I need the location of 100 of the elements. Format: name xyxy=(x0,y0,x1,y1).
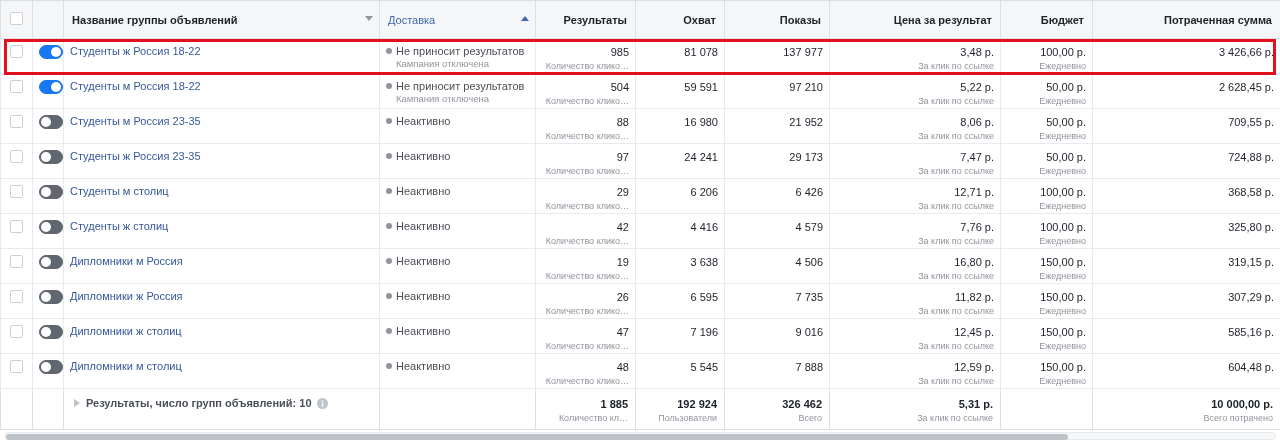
table-cell-text: 9 016 xyxy=(794,325,823,339)
table-cell-text: 100,00 р. xyxy=(1039,45,1086,59)
select-all-checkbox[interactable] xyxy=(10,12,23,25)
delivery-status: Неактивно xyxy=(396,185,451,197)
table-cell-text: 4 579 xyxy=(794,220,823,234)
row-checkbox[interactable] xyxy=(10,80,23,93)
table-cell-text: 150,00 р. xyxy=(1039,255,1086,269)
cell-note: Количество клико… xyxy=(544,200,629,213)
status-dot-icon xyxy=(386,328,392,334)
cell-note: За клик по ссылке xyxy=(917,200,994,213)
row-checkbox[interactable] xyxy=(10,325,23,338)
info-icon[interactable] xyxy=(316,398,328,409)
column-header[interactable]: Доставка xyxy=(379,0,536,39)
column-header[interactable]: Цена за результат xyxy=(829,0,1001,39)
status-dot-icon xyxy=(386,118,392,124)
table-cell-text: 16,80 р. xyxy=(953,255,994,269)
toggle-switch[interactable] xyxy=(39,115,63,129)
table-cell-text: 137 977 xyxy=(782,45,823,59)
row-checkbox[interactable] xyxy=(10,185,23,198)
table-cell-text: 48 xyxy=(615,360,629,374)
ad-group-link[interactable]: Студенты ж Россия 23-35 xyxy=(70,150,201,162)
table-cell-text: 26 xyxy=(615,290,629,304)
cell-note: Ежедневно xyxy=(1038,165,1086,178)
column-header[interactable]: Бюджет xyxy=(1000,0,1093,39)
ad-group-link[interactable]: Студенты м Россия 23-35 xyxy=(70,115,201,127)
row-checkbox[interactable] xyxy=(10,150,23,163)
table-cell-text: 11,82 р. xyxy=(954,290,994,304)
row-checkbox[interactable] xyxy=(10,290,23,303)
ad-group-link[interactable]: Студенты м Россия 18-22 xyxy=(70,80,201,92)
status-dot-icon xyxy=(386,153,392,159)
delivery-status: Неактивно xyxy=(396,115,451,127)
horizontal-scrollbar[interactable] xyxy=(4,432,1276,440)
summary-label: Результаты, число групп объявлений: 10 xyxy=(86,397,312,409)
cell-note: Количество клико… xyxy=(544,130,629,143)
table-cell-text: 97 xyxy=(615,150,629,164)
delivery-status: Неактивно xyxy=(396,325,451,337)
table-cell-text: 29 xyxy=(615,185,629,199)
table-cell-text: 319,15 р. xyxy=(1227,255,1274,269)
row-checkbox[interactable] xyxy=(10,220,23,233)
ad-group-link[interactable]: Дипломники м Россия xyxy=(70,255,183,267)
table-cell-text: 16 980 xyxy=(683,115,718,129)
cell-note: За клик по ссылке xyxy=(917,235,994,248)
cell-note: Всего xyxy=(797,412,822,425)
sort-ascending-icon xyxy=(521,16,529,22)
row-checkbox[interactable] xyxy=(10,115,23,128)
toggle-switch[interactable] xyxy=(39,80,63,94)
ad-group-link[interactable]: Дипломники м столиц xyxy=(70,360,182,372)
table-cell-text: 585,16 р. xyxy=(1227,325,1274,339)
cell-note: За клик по ссылке xyxy=(916,412,993,425)
table-cell-text: 81 078 xyxy=(683,45,718,59)
table-cell-text: 42 xyxy=(615,220,629,234)
row-checkbox[interactable] xyxy=(10,255,23,268)
ad-group-link[interactable]: Студенты ж Россия 18-22 xyxy=(70,45,201,57)
ad-group-link[interactable]: Дипломники ж столиц xyxy=(70,325,182,337)
table-cell-text: 7,47 р. xyxy=(959,150,994,164)
delivery-note: Кампания отключена xyxy=(395,57,491,71)
toggle-switch[interactable] xyxy=(39,220,63,234)
cell-note: Ежедневно xyxy=(1038,130,1086,143)
cell-note: Ежедневно xyxy=(1038,375,1086,388)
ad-group-link[interactable]: Студенты м столиц xyxy=(70,185,169,197)
cell-note: За клик по ссылке xyxy=(917,95,994,108)
delivery-status: Неактивно xyxy=(396,290,451,302)
toggle-switch[interactable] xyxy=(39,185,63,199)
table-cell-text: 5 545 xyxy=(689,360,718,374)
row-checkbox[interactable] xyxy=(10,45,23,58)
column-header[interactable]: Потраченная сумма xyxy=(1092,0,1280,39)
cell-note: Количество кл… xyxy=(557,412,628,425)
toggle-switch[interactable] xyxy=(39,290,63,304)
toggle-switch[interactable] xyxy=(39,360,63,374)
summary-value: 192 924 xyxy=(676,397,717,411)
table-cell-text: 724,88 р. xyxy=(1227,150,1274,164)
toggle-switch[interactable] xyxy=(39,150,63,164)
cell-note: Количество клико… xyxy=(544,95,629,108)
ad-group-link[interactable]: Студенты ж столиц xyxy=(70,220,169,232)
table-cell-text: 504 xyxy=(609,80,629,94)
toggle-switch[interactable] xyxy=(39,325,63,339)
toggle-switch[interactable] xyxy=(39,255,63,269)
toggle-switch[interactable] xyxy=(39,45,63,59)
cell-note: Количество клико… xyxy=(544,235,629,248)
column-header[interactable]: Результаты xyxy=(535,0,636,39)
column-header[interactable]: Охват xyxy=(635,0,725,39)
delivery-status: Не приносит результатов xyxy=(396,45,525,57)
column-header[interactable]: Название группы объявлений xyxy=(63,0,380,39)
table-cell-text: 100,00 р. xyxy=(1039,220,1086,234)
table-cell-text: 325,80 р. xyxy=(1227,220,1274,234)
table-cell-text: 3,48 р. xyxy=(959,45,994,59)
expand-caret-icon[interactable] xyxy=(74,399,80,407)
status-dot-icon xyxy=(386,48,392,54)
ad-group-link[interactable]: Дипломники ж Россия xyxy=(70,290,183,302)
column-header[interactable]: Показы xyxy=(724,0,830,39)
table-cell-text: 150,00 р. xyxy=(1039,325,1086,339)
delivery-status: Неактивно xyxy=(396,255,451,267)
cell-note: За клик по ссылке xyxy=(917,270,994,283)
table-cell-text: 12,71 р. xyxy=(953,185,994,199)
row-checkbox[interactable] xyxy=(10,360,23,373)
status-dot-icon xyxy=(386,363,392,369)
table-cell-text: 5,22 р. xyxy=(959,80,994,94)
table-cell-text: 12,45 р. xyxy=(953,325,994,339)
cell-note: Количество клико… xyxy=(544,165,629,178)
table-cell-text: 24 241 xyxy=(683,150,718,164)
